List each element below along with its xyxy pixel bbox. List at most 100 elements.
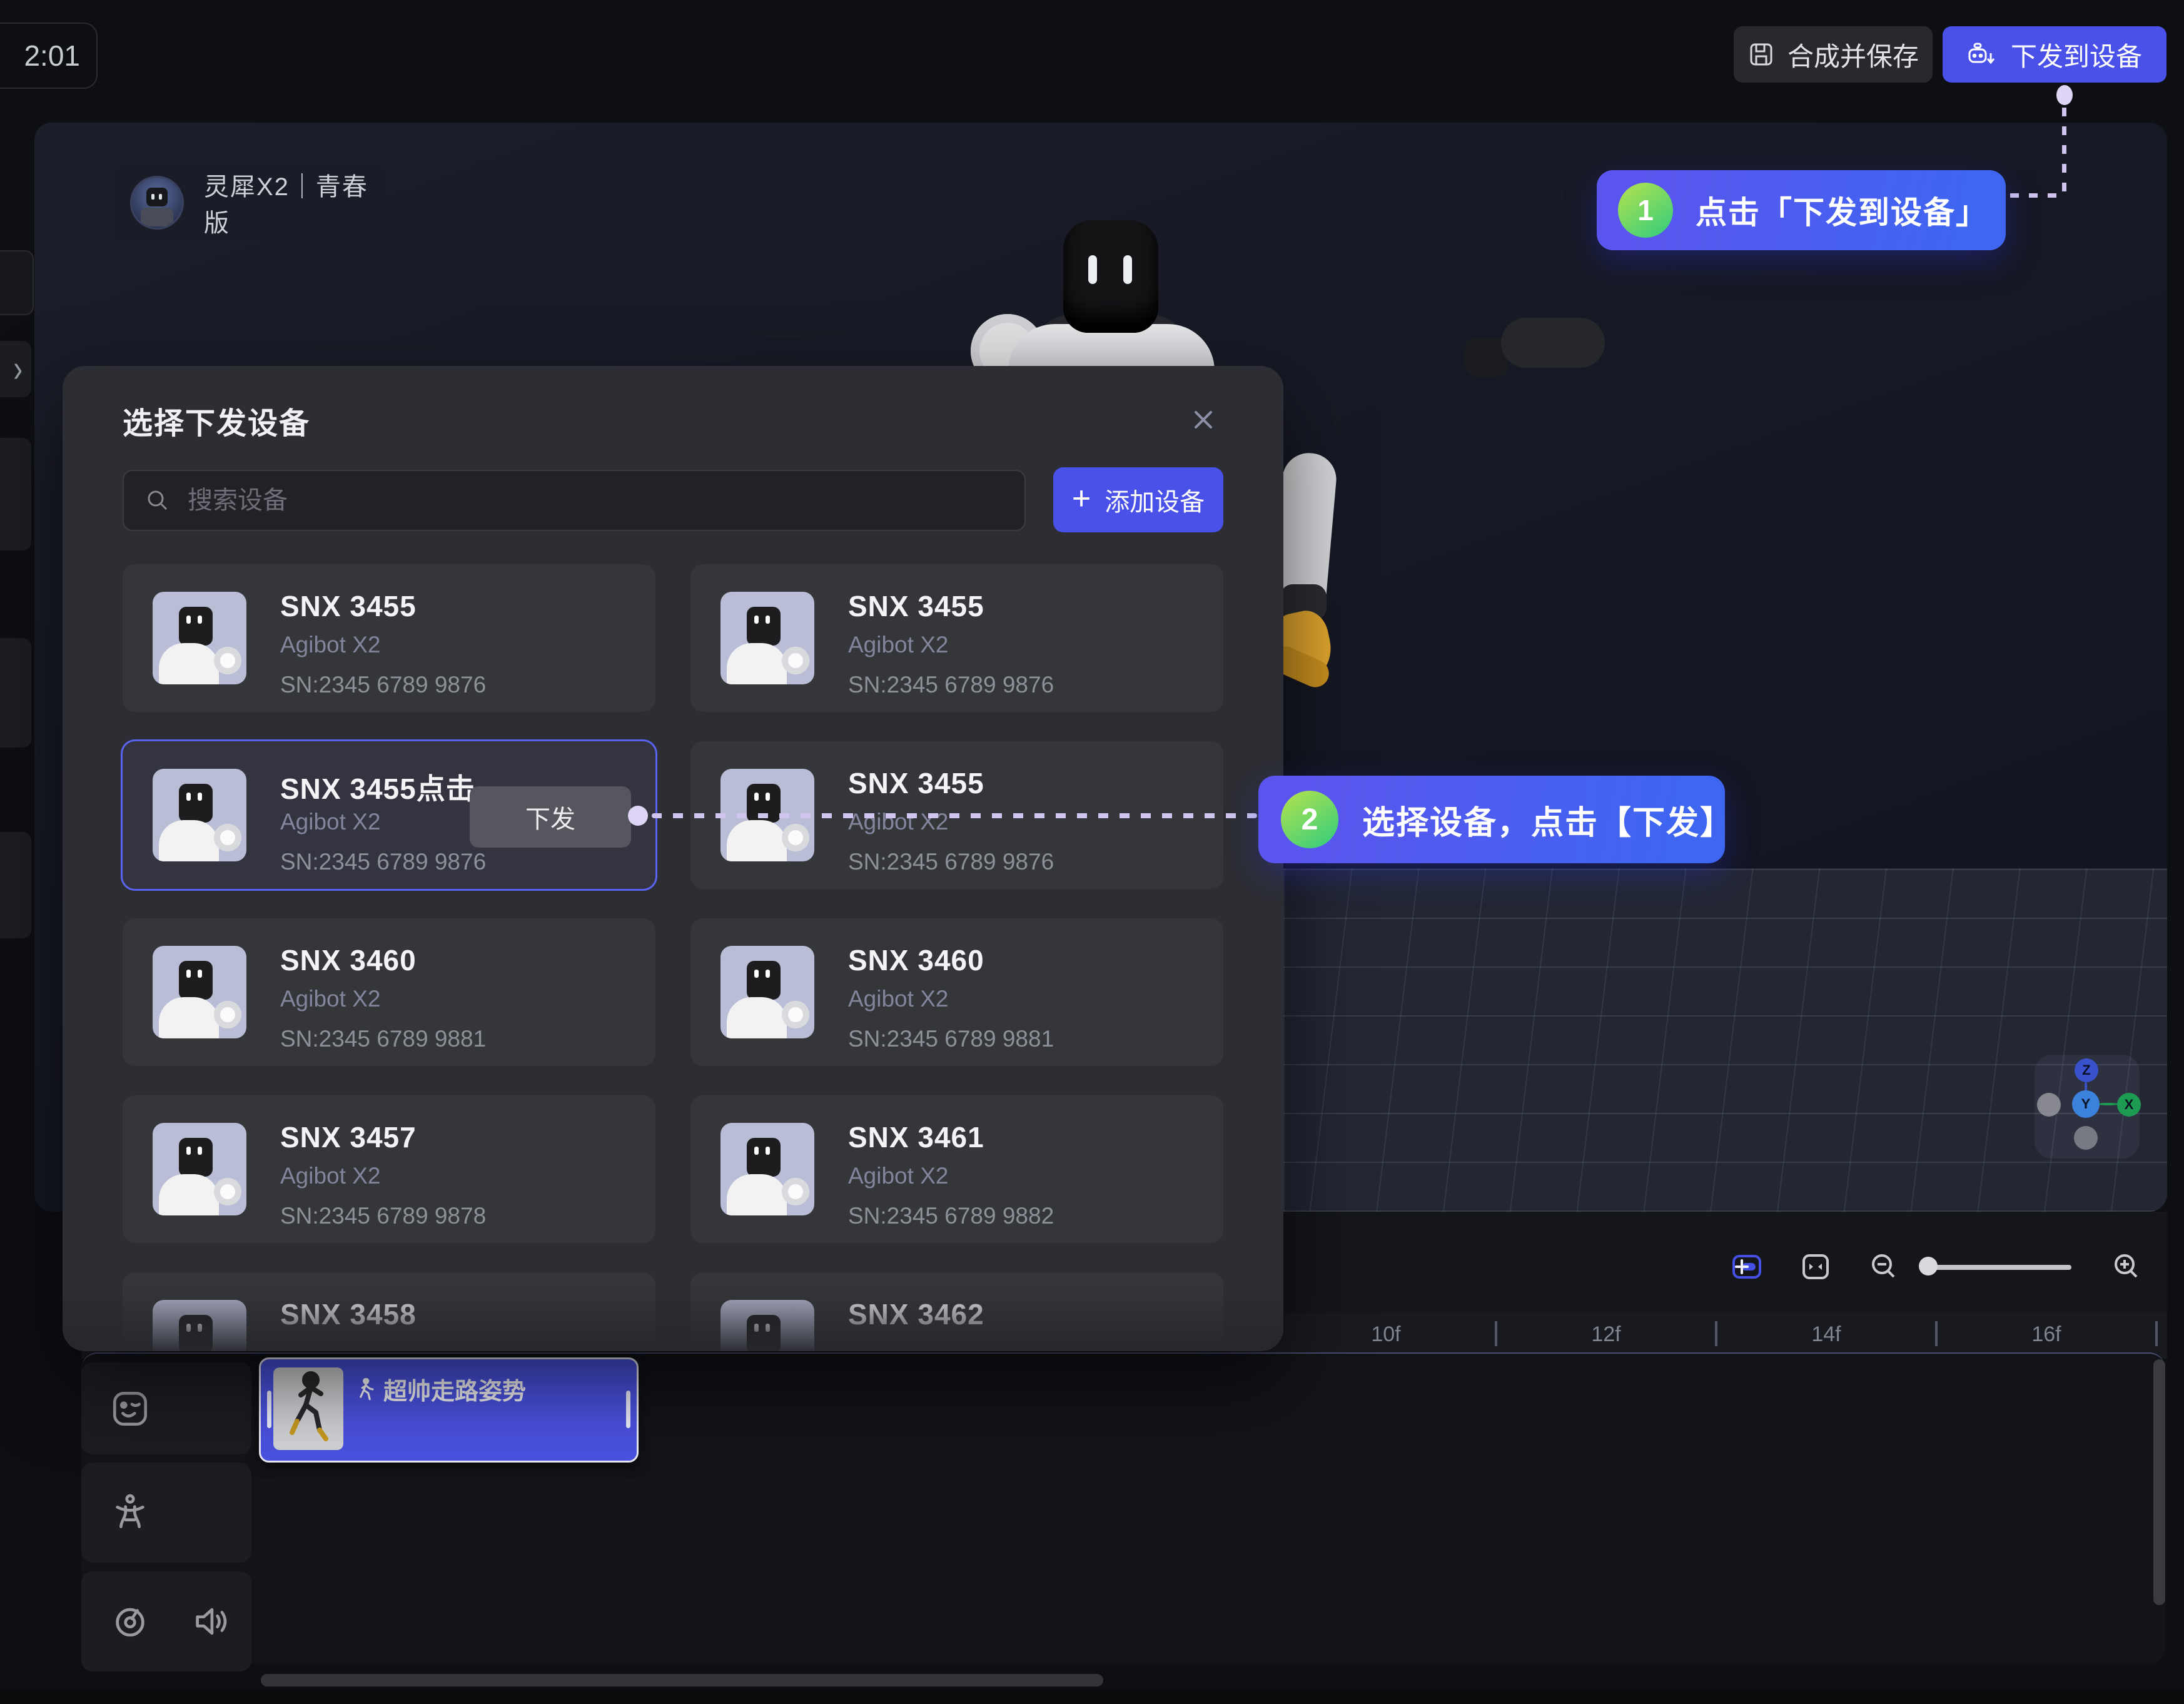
timeline-clip[interactable]: 超帅走路姿势 (259, 1357, 639, 1463)
device-name: SNX 3457 (280, 1120, 417, 1154)
face-wink-icon (110, 1389, 150, 1429)
vertical-scrollbar[interactable] (2153, 1359, 2165, 1605)
time-display: 2:01 (0, 23, 98, 89)
axis-gizmo[interactable]: Z Y X (2035, 1055, 2140, 1159)
timeline-zoom-slider-handle[interactable] (1919, 1257, 1938, 1275)
connector-line (652, 813, 1257, 818)
robot-head (1063, 220, 1158, 333)
deploy-to-device-button[interactable]: 下发到设备 (1943, 26, 2166, 83)
device-serial: SN:2345 6789 9878 (280, 1203, 486, 1229)
person-icon (110, 1493, 150, 1533)
device-thumbnail (153, 1300, 246, 1351)
device-thumbnail (153, 592, 246, 684)
track-row-audio[interactable] (81, 1571, 251, 1671)
device-list: SNX 3455 Agibot X2 SN:2345 6789 9876 下发 … (123, 564, 1223, 1351)
sidebar-expand-button[interactable]: › (0, 341, 31, 397)
save-icon (1747, 41, 1775, 68)
device-thumbnail (153, 769, 246, 861)
add-clip-icon[interactable] (1731, 1251, 1762, 1282)
device-card[interactable]: SNX 3462 下发 (690, 1272, 1223, 1351)
axis-x-handle[interactable]: X (2117, 1093, 2141, 1117)
clip-thumbnail (273, 1367, 343, 1450)
axis-gizmo-dot[interactable] (2037, 1093, 2061, 1117)
device-model: Agibot X2 (280, 632, 380, 658)
device-serial: SN:2345 6789 9876 (280, 672, 486, 698)
device-card[interactable]: SNX 3455点击 Agibot X2 SN:2345 6789 9876 下… (123, 741, 655, 889)
device-thumbnail (720, 946, 814, 1038)
robot-download-icon (1967, 41, 1998, 68)
step-number-badge: 1 (1618, 183, 1673, 238)
device-serial: SN:2345 6789 9881 (848, 1026, 1054, 1052)
connector-dot (2056, 85, 2073, 105)
sidebar-panel-fragment[interactable] (0, 438, 31, 550)
modal-title: 选择下发设备 (123, 398, 310, 442)
timeline-zoom-slider[interactable] (1928, 1265, 2071, 1270)
device-name: SNX 3458 (280, 1297, 417, 1331)
deploy-button-label: 下发到设备 (2011, 36, 2142, 74)
axis-z-handle[interactable]: Z (2075, 1058, 2098, 1082)
ruler-frame-label: 16f (2031, 1322, 2061, 1347)
device-serial: SN:2345 6789 9876 (848, 849, 1054, 875)
device-card[interactable]: SNX 3461 Agibot X2 SN:2345 6789 9882 下发 (690, 1095, 1223, 1243)
device-name: SNX 3462 (848, 1297, 984, 1331)
device-serial: SN:2345 6789 9876 (280, 849, 486, 875)
sidebar-panel-fragment[interactable] (0, 638, 31, 748)
chevron-right-icon: › (13, 347, 23, 391)
clip-left-handle[interactable] (267, 1391, 271, 1428)
guide-step-2-text: 选择设备，点击【下发】 (1362, 796, 1725, 843)
send-button[interactable]: 下发 (470, 786, 631, 848)
zoom-in-icon[interactable] (2111, 1251, 2143, 1282)
device-serial: SN:2345 6789 9882 (848, 1203, 1054, 1229)
clip-right-handle[interactable] (626, 1391, 630, 1428)
app-root: 灵犀X2｜青春版 Z Y X › 2:01 合成并保存 (0, 0, 2184, 1704)
guide-step-2: 2 选择设备，点击【下发】 (1258, 776, 1725, 863)
track-row-expression[interactable] (81, 1362, 251, 1454)
device-serial: SN:2345 6789 9881 (280, 1026, 486, 1052)
device-name: SNX 3455点击 (280, 766, 475, 808)
select-device-modal: 选择下发设备 + 添加设备 SNX 3455 Agibot X2 (63, 366, 1283, 1351)
device-card[interactable]: SNX 3457 Agibot X2 SN:2345 6789 9878 下发 (123, 1095, 655, 1243)
model-badge-label: 灵犀X2｜青春版 (204, 166, 387, 239)
ruler-tick (1935, 1321, 1938, 1346)
device-thumbnail (153, 946, 246, 1038)
search-icon (145, 488, 170, 513)
device-card[interactable]: SNX 3455 Agibot X2 SN:2345 6789 9876 下发 (123, 564, 655, 712)
device-model: Agibot X2 (280, 809, 380, 835)
guide-step-1: 1 点击「下发到设备」 (1597, 170, 2006, 250)
axis-y-handle[interactable]: Y (2072, 1090, 2100, 1118)
device-name: SNX 3455 (848, 766, 984, 800)
robot-right-shoulder (1501, 318, 1605, 368)
zoom-out-icon[interactable] (1869, 1251, 1900, 1282)
ruler-frame-label: 12f (1591, 1322, 1620, 1347)
sidebar-panel-fragment[interactable] (0, 250, 34, 315)
device-name: SNX 3455 (280, 589, 417, 623)
add-device-button[interactable]: + 添加设备 (1053, 467, 1223, 532)
device-card[interactable]: SNX 3460 Agibot X2 SN:2345 6789 9881 下发 (690, 918, 1223, 1066)
sidebar-panel-fragment[interactable] (0, 832, 31, 938)
step-number-badge: 2 (1281, 791, 1338, 848)
device-card[interactable]: SNX 3460 Agibot X2 SN:2345 6789 9881 下发 (123, 918, 655, 1066)
ruler-tick (1495, 1321, 1497, 1346)
fit-clip-icon[interactable] (1800, 1251, 1831, 1282)
search-input[interactable] (186, 486, 1003, 515)
track-row-motion[interactable] (81, 1463, 251, 1563)
bottom-strip (0, 1689, 2184, 1704)
device-model: Agibot X2 (848, 986, 948, 1012)
ruler-frame-label: 14f (1811, 1322, 1841, 1347)
device-card[interactable]: SNX 3455 Agibot X2 SN:2345 6789 9876 下发 (690, 564, 1223, 712)
device-search-box (123, 470, 1026, 531)
horizontal-scrollbar[interactable] (261, 1674, 1103, 1686)
device-model: Agibot X2 (848, 632, 948, 658)
connector-dot (628, 806, 648, 826)
device-card[interactable]: SNX 3458 下发 (123, 1272, 655, 1351)
device-model: Agibot X2 (280, 1163, 380, 1189)
timeline-panel: 超帅走路姿势 (81, 1352, 2165, 1664)
save-button[interactable]: 合成并保存 (1734, 26, 1933, 83)
axis-gizmo-dot[interactable] (2074, 1126, 2098, 1150)
device-name: SNX 3461 (848, 1120, 984, 1154)
device-thumbnail (720, 592, 814, 684)
device-model: Agibot X2 (280, 986, 380, 1012)
device-name: SNX 3455 (848, 589, 984, 623)
close-icon[interactable] (1186, 402, 1221, 437)
connector-line (2062, 108, 2066, 195)
